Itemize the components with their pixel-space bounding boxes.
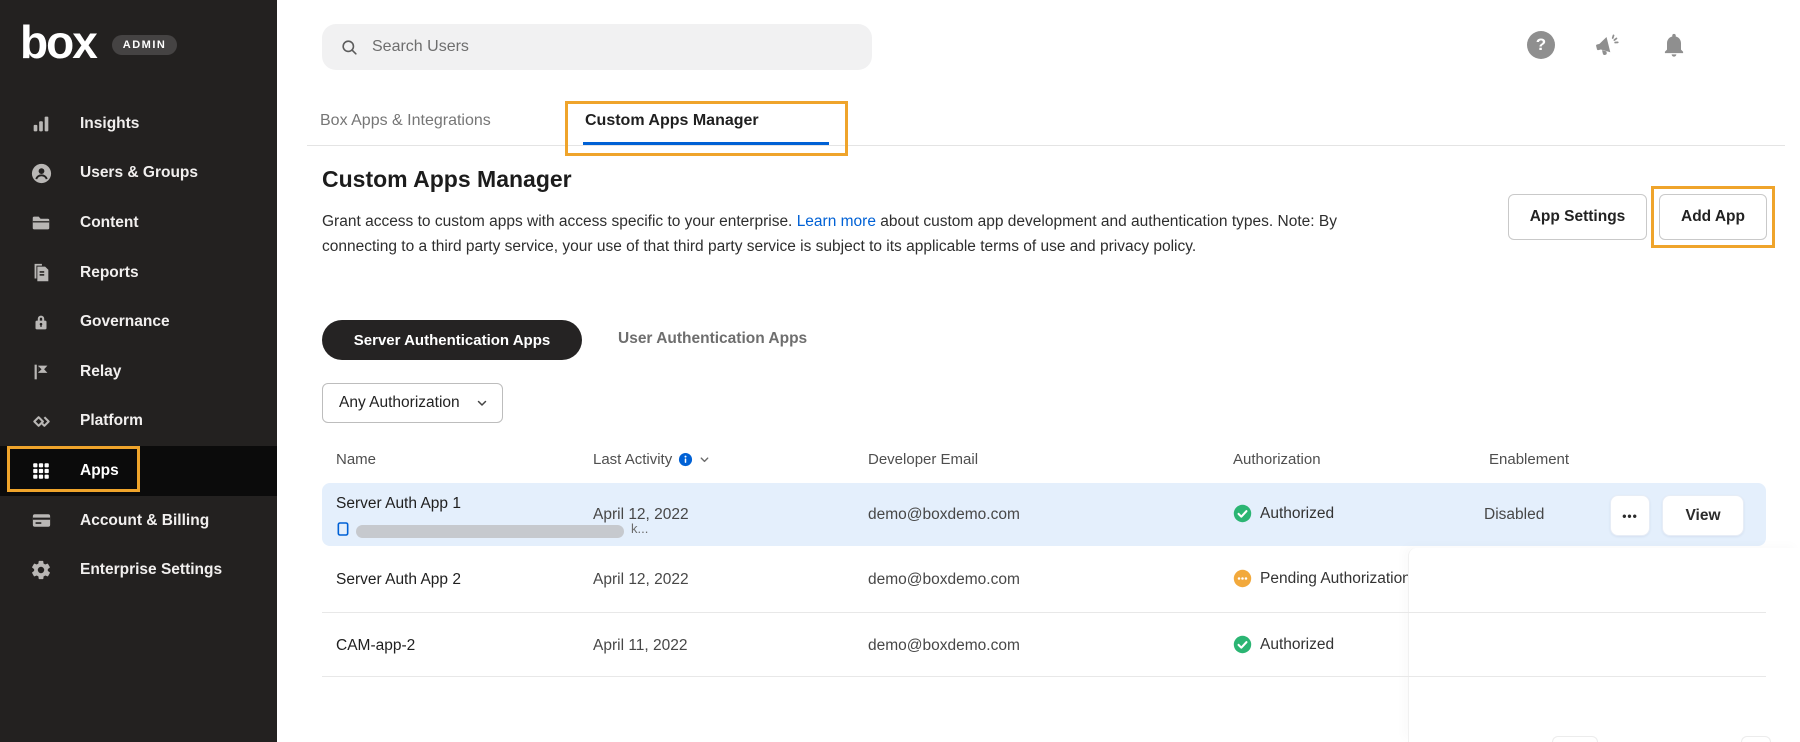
column-header-developer-email: Developer Email: [868, 451, 978, 468]
active-tab-underline: [583, 142, 829, 145]
sidebar-item-insights[interactable]: Insights: [0, 99, 277, 149]
bell-icon[interactable]: [1660, 31, 1688, 59]
sidebar-item-label: Users & Groups: [80, 164, 198, 182]
lock-icon: [29, 310, 53, 334]
flag-icon: [29, 360, 53, 384]
ghost-button-edge: [1552, 736, 1598, 742]
more-actions-button[interactable]: •••: [1610, 495, 1650, 536]
sidebar-item-enterprise-settings[interactable]: Enterprise Settings: [0, 545, 277, 595]
last-activity-value: April 12, 2022: [593, 571, 689, 589]
sort-chevron-icon[interactable]: [699, 454, 710, 465]
search-input[interactable]: [372, 38, 832, 56]
sidebar-item-label: Insights: [80, 115, 139, 133]
search-bar: [322, 24, 872, 70]
grid-icon: [29, 459, 53, 483]
pending-circle-icon: [1233, 569, 1252, 588]
sidebar: box ADMIN Insights Users & Groups C: [0, 0, 277, 742]
credit-card-icon: [29, 509, 53, 533]
status-badge: Pending Authorization: [1260, 570, 1409, 588]
blank-overlay-panel: [1408, 548, 1800, 742]
authorization-status: Authorized: [1233, 635, 1334, 654]
ghost-button-edge: [1741, 736, 1771, 742]
developer-email-value: demo@boxdemo.com: [868, 637, 1020, 655]
column-header-enablement: Enablement: [1489, 451, 1569, 468]
sidebar-item-account-billing[interactable]: Account & Billing: [0, 496, 277, 546]
add-app-button[interactable]: Add App: [1659, 194, 1767, 240]
segment-user-auth-apps[interactable]: User Authentication Apps: [618, 330, 807, 348]
check-circle-icon: [1233, 635, 1252, 654]
app-settings-button[interactable]: App Settings: [1508, 194, 1647, 240]
sidebar-item-content[interactable]: Content: [0, 198, 277, 248]
copy-icon[interactable]: [336, 521, 350, 537]
chevron-down-icon: [476, 397, 488, 409]
authorization-status: Pending Authorization: [1233, 569, 1409, 588]
description-text-before: Grant access to custom apps with access …: [322, 213, 792, 230]
platform-icon: [29, 409, 53, 433]
column-header-label: Last Activity: [593, 451, 672, 468]
column-header-last-activity[interactable]: Last Activity: [593, 451, 710, 468]
view-button[interactable]: View: [1662, 495, 1744, 536]
sidebar-item-label: Platform: [80, 412, 143, 430]
gear-icon: [29, 558, 53, 582]
sidebar-item-label: Account & Billing: [80, 512, 209, 530]
admin-badge: ADMIN: [112, 35, 178, 55]
box-admin-console: box ADMIN Insights Users & Groups C: [0, 0, 1800, 742]
sidebar-item-relay[interactable]: Relay: [0, 347, 277, 397]
developer-email-value: demo@boxdemo.com: [868, 571, 1020, 589]
sidebar-item-label: Content: [80, 214, 139, 232]
help-glyph: ?: [1536, 35, 1546, 55]
sidebar-item-governance[interactable]: Governance: [0, 297, 277, 347]
help-icon[interactable]: ?: [1527, 31, 1555, 59]
column-header-authorization: Authorization: [1233, 451, 1321, 468]
info-icon[interactable]: [678, 452, 693, 467]
sidebar-item-platform[interactable]: Platform: [0, 397, 277, 447]
tab-custom-apps-manager[interactable]: Custom Apps Manager: [585, 112, 759, 130]
search-icon: [340, 38, 359, 57]
bar-chart-icon: [29, 112, 53, 136]
sidebar-item-label: Reports: [80, 264, 139, 282]
page-title: Custom Apps Manager: [322, 166, 572, 193]
authorization-status: Authorized: [1233, 504, 1334, 523]
sidebar-item-label: Relay: [80, 363, 121, 381]
user-icon: [29, 161, 53, 185]
tabs-divider: [307, 145, 1785, 146]
sidebar-item-label: Apps: [80, 462, 119, 480]
sidebar-item-reports[interactable]: Reports: [0, 248, 277, 298]
column-header-name: Name: [336, 451, 376, 468]
learn-more-link[interactable]: Learn more: [797, 213, 876, 230]
enablement-value: Disabled: [1484, 506, 1544, 524]
authorization-filter-dropdown[interactable]: Any Authorization: [322, 383, 503, 423]
app-name: Server Auth App 1: [336, 495, 461, 513]
developer-email-value: demo@boxdemo.com: [868, 506, 1020, 524]
status-badge: Authorized: [1260, 636, 1334, 654]
check-circle-icon: [1233, 504, 1252, 523]
sidebar-item-users-groups[interactable]: Users & Groups: [0, 149, 277, 199]
tab-box-apps-integrations[interactable]: Box Apps & Integrations: [320, 112, 491, 130]
last-activity-value: April 11, 2022: [593, 637, 688, 655]
sidebar-item-label: Enterprise Settings: [80, 561, 222, 579]
last-activity-value: April 12, 2022: [593, 506, 689, 524]
authorization-filter-value: Any Authorization: [339, 394, 476, 412]
sidebar-item-apps[interactable]: Apps: [0, 446, 277, 496]
megaphone-icon[interactable]: [1593, 31, 1621, 59]
sidebar-item-label: Governance: [80, 313, 170, 331]
row-divider: [322, 676, 1766, 677]
status-badge: Authorized: [1260, 505, 1334, 523]
folder-icon: [29, 211, 53, 235]
box-logo: box: [20, 16, 96, 68]
segment-server-auth-apps[interactable]: Server Authentication Apps: [322, 320, 582, 360]
page-description: Grant access to custom apps with access …: [322, 209, 1377, 259]
row-divider: [322, 612, 1766, 613]
logo-row: box ADMIN: [20, 16, 177, 68]
sidebar-nav: Insights Users & Groups Content Reports: [0, 99, 277, 595]
app-name: Server Auth App 2: [336, 571, 461, 589]
report-icon: [29, 261, 53, 285]
client-id-redacted: [356, 525, 624, 538]
app-name: CAM-app-2: [336, 637, 415, 655]
